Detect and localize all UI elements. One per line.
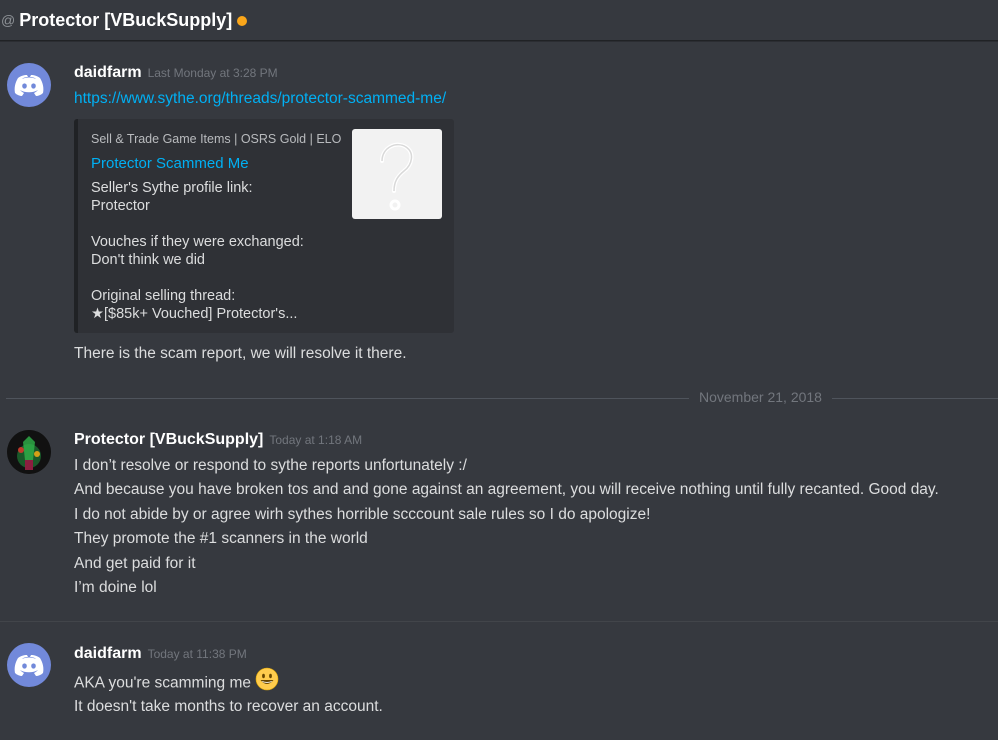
username[interactable]: daidfarm [74,645,142,662]
embed-description-line: Don't think we did [91,252,205,268]
dm-recipient-name[interactable]: Protector [VBuckSupply] [19,10,232,31]
embed-provider[interactable]: Sell & Trade Game Items | OSRS Gold | EL… [91,132,341,146]
message-text: There is the scam report, we will resolv… [74,345,407,362]
embed-title[interactable]: Protector Scammed Me [91,155,249,172]
message-text: They promote the #1 scanners in the worl… [74,530,368,547]
avatar[interactable] [7,63,51,107]
message-text: AKA you're scamming me [74,674,251,692]
timestamp: Today at 1:18 AM [269,433,363,447]
message-group-divider [0,621,998,622]
message-text: It doesn't take months to recover an acc… [74,698,383,715]
message-text: And because you have broken tos and and … [74,481,939,498]
avatar[interactable] [7,643,51,687]
discord-logo-icon [14,655,44,676]
question-mark-icon [380,142,414,211]
timestamp: Last Monday at 3:28 PM [147,66,278,80]
link-embed: Sell & Trade Game Items | OSRS Gold | EL… [74,119,454,333]
timestamp: Today at 11:38 PM [147,647,247,661]
user-photo-avatar [7,430,51,474]
message-text: And get paid for it [74,555,196,572]
avatar[interactable] [7,430,51,474]
embed-description-line: Vouches if they were exchanged: [91,234,304,250]
date-divider-label: November 21, 2018 [689,389,832,405]
message-text: I don’t resolve or respond to sythe repo… [74,457,467,474]
smiley-emoji-icon[interactable] [255,667,279,696]
message-text: I’m doine lol [74,579,157,596]
discord-logo-icon [14,75,44,96]
message-link[interactable]: https://www.sythe.org/threads/protector-… [74,90,446,108]
embed-thumbnail[interactable] [352,129,442,219]
username[interactable]: daidfarm [74,64,142,81]
embed-description-line: Protector [91,198,150,214]
username[interactable]: Protector [VBuckSupply] [74,431,263,448]
embed-description-line: Original selling thread: [91,288,236,304]
embed-description-line: Seller's Sythe profile link: [91,180,253,196]
channel-header: @ Protector [VBuckSupply] [0,0,998,41]
date-divider [6,398,998,399]
at-icon: @ [1,12,16,28]
idle-status-icon [237,15,248,26]
embed-description-line: ★[$85k+ Vouched] Protector's... [91,306,298,322]
message-text-row: AKA you're scamming me [74,667,279,696]
message-text: I do not abide by or agree wirh sythes h… [74,506,651,523]
